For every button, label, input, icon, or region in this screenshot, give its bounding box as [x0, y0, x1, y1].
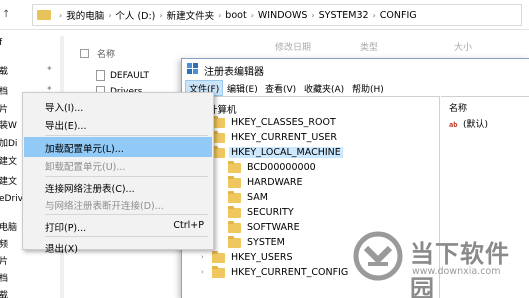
nav-item[interactable]: 档 [0, 269, 58, 285]
menu-item-disconnect-network-registry[interactable]: 与网络注册表断开连接(D)... [24, 194, 212, 214]
column-type[interactable]: 类型 [360, 40, 378, 53]
menu-bar: 文件(F) 编辑(E) 查看(V) 收藏夹(A) 帮助(H) [182, 80, 529, 96]
breadcrumb-item[interactable]: 个人 (D:) [115, 8, 155, 22]
breadcrumb-item[interactable]: WINDOWS [258, 10, 308, 21]
pin-icon: ✦ [46, 64, 53, 73]
nav-item[interactable]: 载 ✦ [0, 62, 58, 78]
folder-icon [228, 176, 241, 188]
folder-icon [212, 251, 225, 263]
chevron-right-icon[interactable]: › [201, 268, 204, 276]
breadcrumb-item[interactable]: SYSTEM32 [319, 10, 369, 21]
menu-separator [45, 135, 208, 136]
column-name[interactable]: 名称 [97, 47, 115, 60]
folder-icon [228, 206, 241, 218]
chevron-right-icon: › [108, 10, 112, 20]
address-bar: ↑ › 我的电脑 › 个人 (D:) › 新建文件夹 › boot › WIND… [0, 0, 529, 30]
breadcrumb-item[interactable]: boot [225, 10, 246, 21]
column-modified[interactable]: 修改日期 [275, 40, 311, 53]
select-all-checkbox[interactable] [80, 49, 89, 58]
folder-icon [228, 191, 241, 203]
menu-help[interactable]: 帮助(H) [349, 81, 387, 95]
menu-favorites[interactable]: 收藏夹(A) [301, 81, 347, 95]
menu-item-load-hive[interactable]: 加载配置单元(L)... [24, 137, 212, 157]
menu-view[interactable]: 查看(V) [262, 81, 299, 95]
chevron-right-icon: › [311, 10, 315, 20]
window-title: 注册表编辑器 [204, 67, 264, 78]
watermark-url: www.downxia.com [412, 266, 501, 277]
file-menu-dropdown: 导入(I)... 导出(E)... 加载配置单元(L)... 卸载配置单元(U)… [22, 92, 214, 255]
chevron-right-icon: › [250, 10, 254, 20]
chevron-right-icon: › [218, 10, 222, 20]
folder-icon [228, 161, 241, 173]
breadcrumb-item[interactable]: CONFIG [380, 10, 417, 21]
chevron-right-icon: › [59, 10, 63, 20]
folder-icon [212, 266, 225, 278]
menu-item-unload-hive[interactable]: 卸载配置单元(U)... [24, 155, 212, 175]
column-name[interactable]: 名称 [449, 101, 467, 114]
file-icon [96, 70, 105, 81]
column-size[interactable]: 大小 [454, 40, 472, 53]
menu-edit[interactable]: 编辑(E) [224, 81, 261, 95]
value-name: (默认) [463, 120, 489, 130]
nav-item[interactable]: 载 [0, 286, 58, 298]
folder-icon [228, 221, 241, 233]
chevron-right-icon[interactable]: › [201, 253, 204, 261]
chevron-right-icon: › [372, 10, 376, 20]
menu-separator [45, 214, 208, 215]
title-bar[interactable]: 注册表编辑器 [182, 59, 529, 80]
breadcrumb[interactable]: › 我的电脑 › 个人 (D:) › 新建文件夹 › boot › WINDOW… [32, 4, 522, 26]
up-arrow-icon[interactable]: ↑ [2, 9, 10, 20]
breadcrumb-item[interactable]: 我的电脑 [66, 8, 104, 22]
menu-item-export[interactable]: 导出(E)... [24, 114, 212, 134]
breadcrumb-item[interactable]: 新建文件夹 [167, 8, 215, 22]
menu-item-exit[interactable]: 退出(X) [24, 229, 212, 255]
value-row[interactable]: ab (默认) [449, 117, 488, 130]
folder-icon [228, 236, 241, 248]
downxia-logo-icon [353, 231, 403, 281]
chevron-right-icon: › [159, 10, 163, 20]
menu-item-import[interactable]: 导入(I)... [24, 96, 212, 116]
folder-icon [37, 10, 51, 20]
string-value-icon: ab [449, 121, 458, 129]
registry-editor-icon [187, 63, 198, 74]
watermark: 当下软件园 www.downxia.com [352, 228, 529, 298]
nav-item[interactable]: f [0, 36, 58, 52]
